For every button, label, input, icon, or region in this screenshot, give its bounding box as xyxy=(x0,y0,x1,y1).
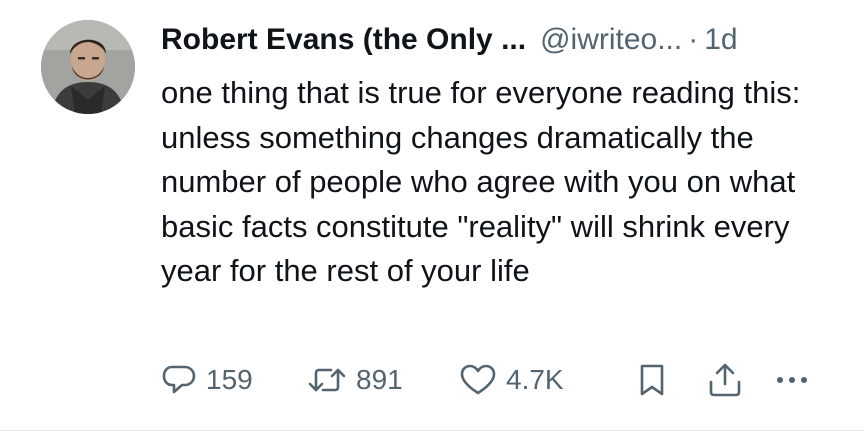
retweet-button[interactable]: 891 xyxy=(307,360,403,400)
more-icon xyxy=(777,377,807,383)
bookmark-icon xyxy=(640,364,664,396)
reply-count: 159 xyxy=(206,364,253,395)
like-count: 4.7K xyxy=(506,364,564,395)
avatar-image xyxy=(41,20,135,114)
bookmark-button[interactable] xyxy=(635,360,669,400)
tweet-header: Robert Evans (the Only ... @iwriteo... ·… xyxy=(161,20,841,60)
share-button[interactable] xyxy=(706,360,744,400)
reply-icon xyxy=(162,365,196,394)
author-handle[interactable]: @iwriteo... xyxy=(540,20,682,60)
tweet-content: Robert Evans (the Only ... @iwriteo... ·… xyxy=(161,20,841,294)
tweet[interactable]: Robert Evans (the Only ... @iwriteo... ·… xyxy=(0,0,864,431)
tweet-text: one thing that is true for everyone read… xyxy=(161,75,801,288)
reply-button[interactable]: 159 xyxy=(161,360,253,400)
more-button[interactable] xyxy=(772,360,812,400)
author-name[interactable]: Robert Evans (the Only ... xyxy=(161,20,526,60)
separator-dot: · xyxy=(688,23,699,56)
retweet-count: 891 xyxy=(356,364,403,395)
avatar[interactable] xyxy=(41,20,135,114)
share-icon xyxy=(709,363,741,397)
retweet-icon xyxy=(308,368,346,392)
like-button[interactable]: 4.7K xyxy=(459,360,564,400)
action-bar: 159 891 4.7K xyxy=(161,360,841,400)
timestamp[interactable]: 1d xyxy=(704,20,737,60)
heart-icon xyxy=(460,364,496,395)
